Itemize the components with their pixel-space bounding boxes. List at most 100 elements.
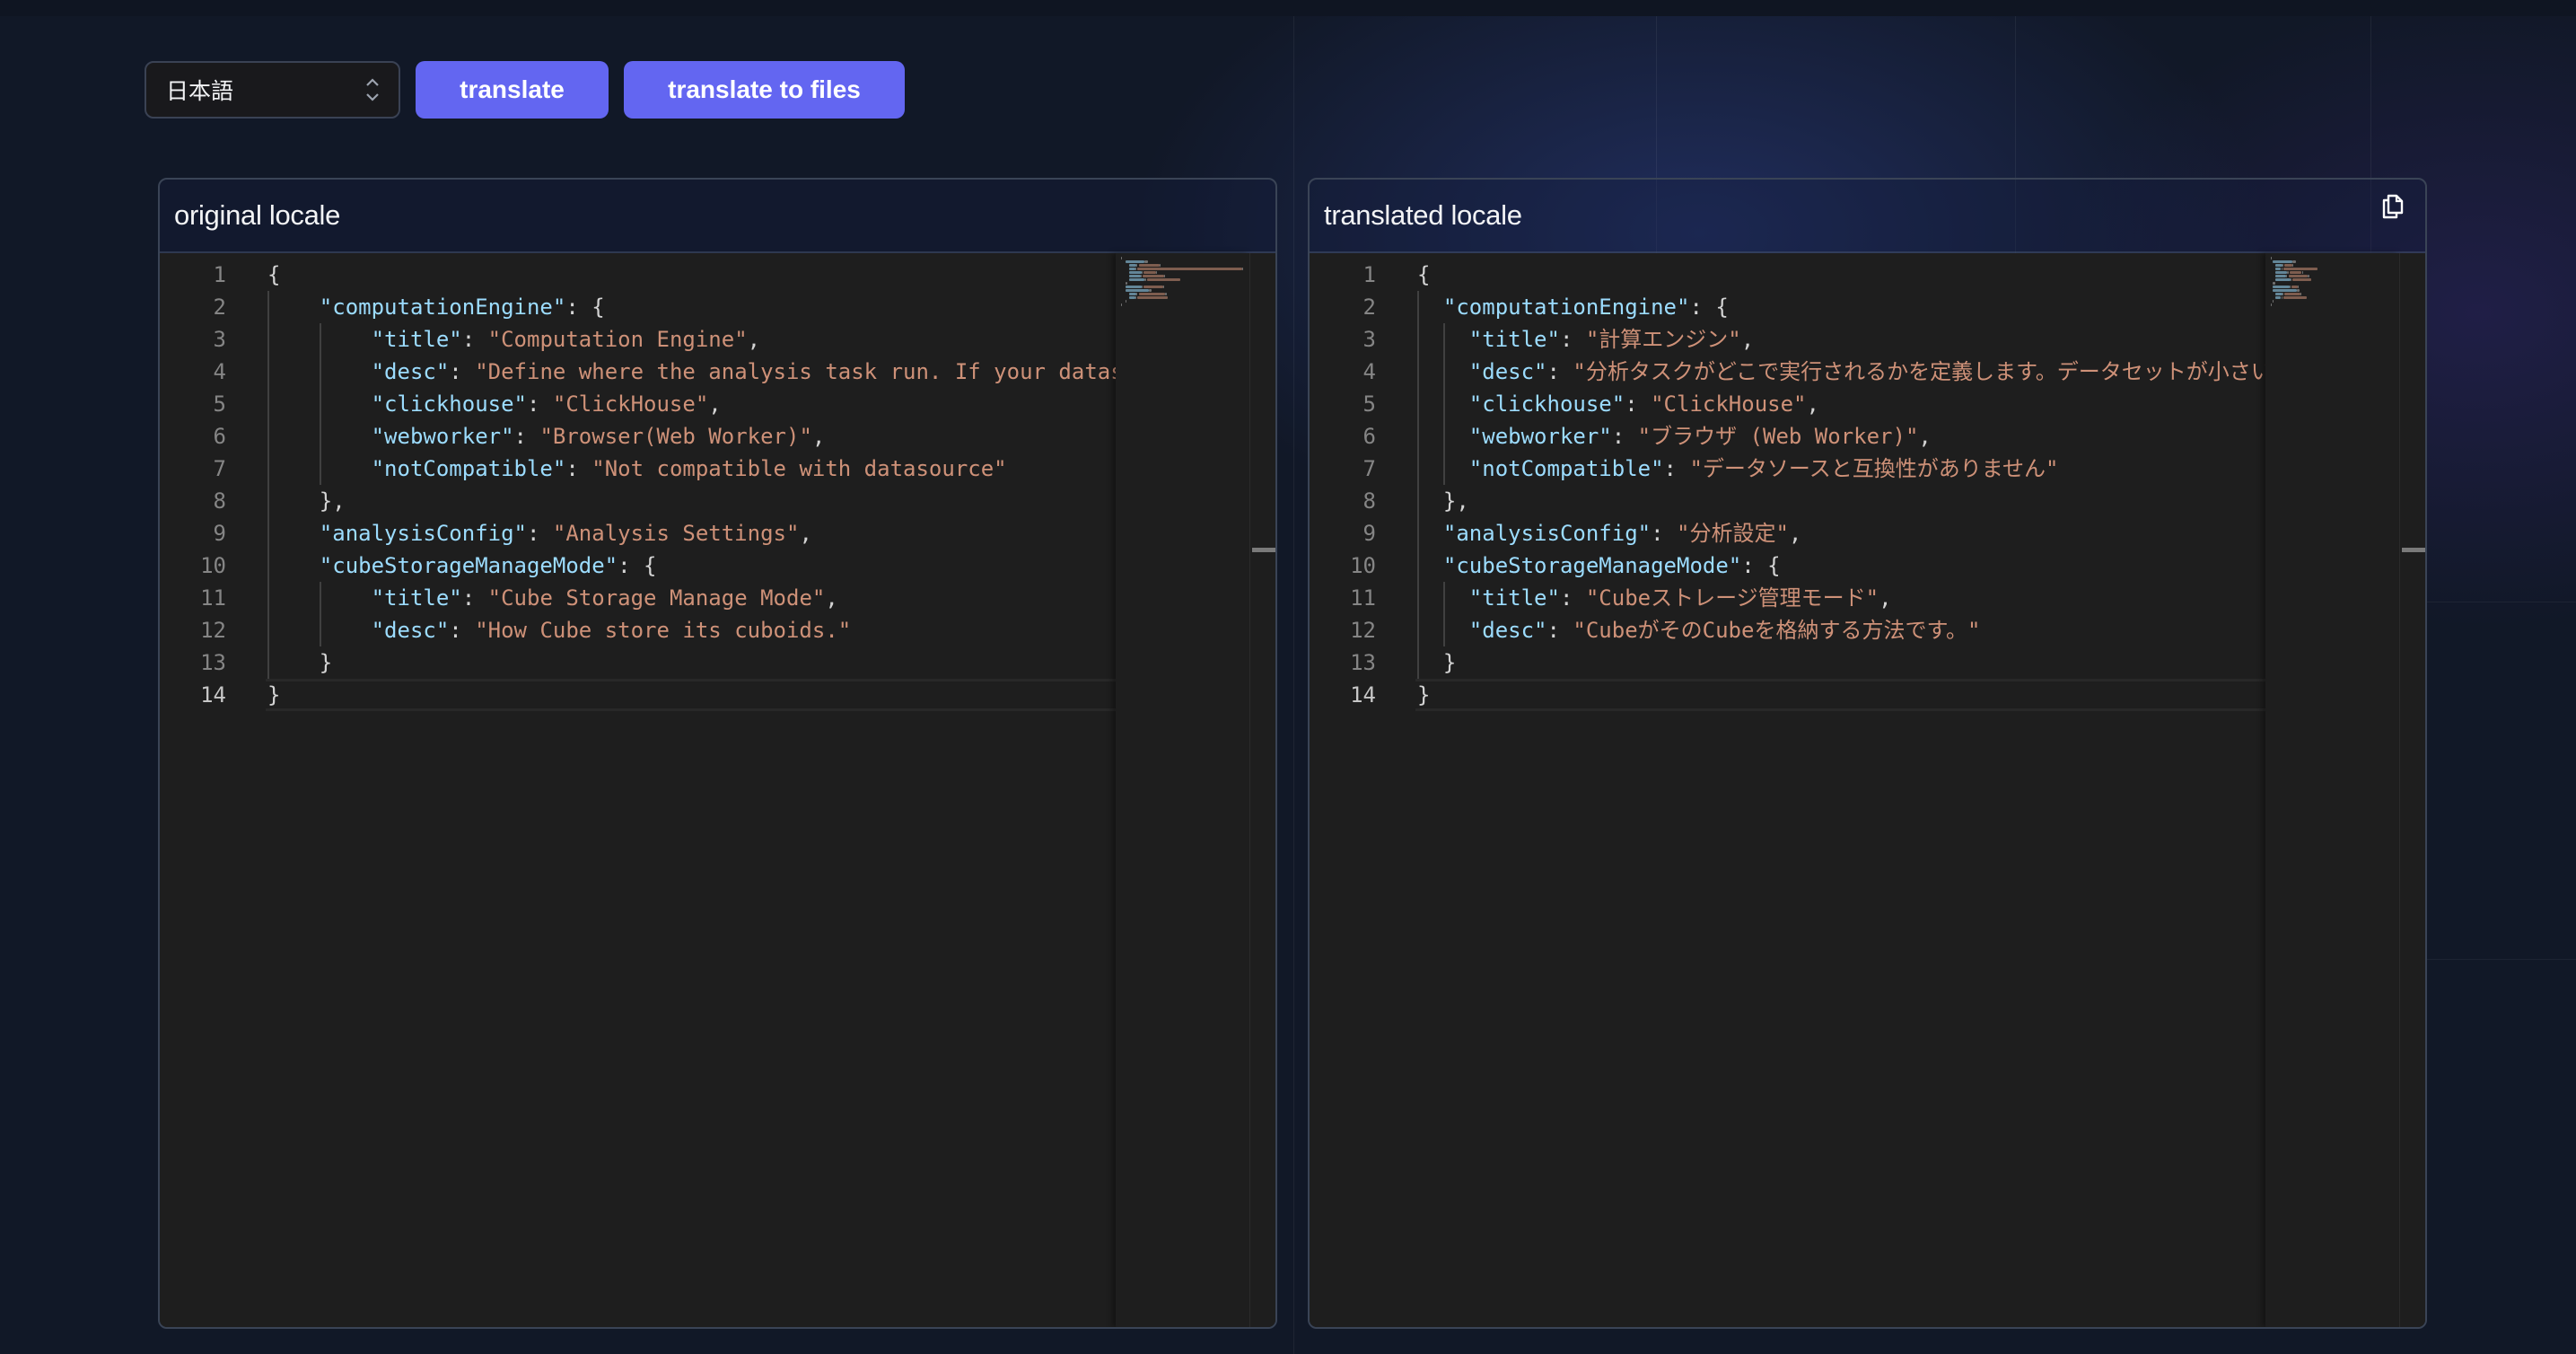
minimap-line xyxy=(2287,271,2289,274)
punctuation: { xyxy=(267,262,281,287)
json-key: "cubeStorageManageMode" xyxy=(319,553,618,578)
minimap-line xyxy=(2292,264,2294,267)
punctuation: , xyxy=(1918,424,1932,449)
json-string: "ブラウザ (Web Worker)" xyxy=(1637,424,1919,449)
translate-button[interactable]: translate xyxy=(416,61,609,119)
minimap-line xyxy=(1129,278,1145,281)
punctuation: : xyxy=(1611,424,1638,449)
punctuation: : xyxy=(1625,391,1652,417)
minimap-line xyxy=(1129,271,1142,274)
punctuation: : xyxy=(526,521,553,546)
punctuation xyxy=(267,585,372,611)
line-number: 9 xyxy=(213,521,226,546)
minimap-line xyxy=(2300,293,2302,295)
punctuation: : xyxy=(526,391,553,417)
punctuation: : xyxy=(513,424,540,449)
code-line: "title": "計算エンジン", xyxy=(1417,323,1754,356)
line-number: 12 xyxy=(200,618,226,643)
code-area[interactable]: 1{2 "computationEngine": {3 "title": "計算… xyxy=(1310,253,2265,1327)
code-line: "cubeStorageManageMode": { xyxy=(1417,550,1781,582)
line-number: 7 xyxy=(213,456,226,481)
minimap-line xyxy=(1125,282,1127,285)
json-key: "computationEngine" xyxy=(1442,295,1690,320)
minimap-line xyxy=(2301,271,2303,274)
minimap-line xyxy=(2286,275,2288,277)
minimap-line xyxy=(1129,275,1141,277)
copy-button[interactable] xyxy=(2375,189,2411,225)
punctuation xyxy=(1417,456,1469,481)
minimap-line xyxy=(1137,296,1168,299)
line-number: 3 xyxy=(1362,327,1376,352)
minimap[interactable] xyxy=(1116,253,1250,1327)
punctuation xyxy=(267,359,372,384)
punctuation: : { xyxy=(618,553,657,578)
punctuation: , xyxy=(708,391,722,417)
code-line: "clickhouse": "ClickHouse", xyxy=(267,388,722,420)
copy-icon xyxy=(2379,190,2406,225)
json-string: "Define where the analysis task run. If … xyxy=(475,359,1116,384)
code-area[interactable]: 1{2 "computationEngine": {3 "title": "Co… xyxy=(160,253,1116,1327)
minimap[interactable] xyxy=(2265,253,2400,1327)
punctuation xyxy=(1417,424,1469,449)
translated-code-editor[interactable]: 1{2 "computationEngine": {3 "title": "計算… xyxy=(1310,253,2425,1327)
minimap-line xyxy=(1136,293,1138,295)
line-number: 6 xyxy=(213,424,226,449)
line-number: 3 xyxy=(213,327,226,352)
line-number: 5 xyxy=(1362,391,1376,417)
minimap-line xyxy=(2283,264,2293,267)
minimap-line xyxy=(1143,275,1165,277)
minimap-line xyxy=(2273,300,2274,303)
vertical-scrollbar[interactable] xyxy=(1249,253,1275,1327)
punctuation: : xyxy=(449,359,476,384)
minimap-line xyxy=(2273,286,2290,288)
code-line: }, xyxy=(267,485,346,517)
minimap-line xyxy=(2308,275,2309,277)
minimap-line xyxy=(1159,264,1161,267)
line-number: 11 xyxy=(1350,585,1376,611)
code-line: "notCompatible": "データソースと互換性がありません" xyxy=(1417,453,2059,485)
json-string: "How Cube store its cuboids." xyxy=(475,618,852,643)
panel-header: translated locale xyxy=(1310,180,2425,253)
punctuation: : { xyxy=(1689,295,1729,320)
minimap-line xyxy=(2273,282,2275,285)
line-number: 13 xyxy=(200,650,226,675)
minimap-line xyxy=(1149,289,1152,292)
punctuation: , xyxy=(1788,521,1802,546)
minimap-line xyxy=(1138,264,1160,267)
minimap-line xyxy=(2274,268,2282,270)
code-line: "desc": "CubeがそのCubeを格納する方法です。" xyxy=(1417,614,1981,646)
minimap-line xyxy=(2271,303,2273,306)
original-code-editor[interactable]: 1{2 "computationEngine": {3 "title": "Co… xyxy=(160,253,1275,1327)
json-key: "notCompatible" xyxy=(371,456,566,481)
json-key: "computationEngine" xyxy=(319,295,566,320)
punctuation: , xyxy=(811,424,826,449)
minimap-line xyxy=(2289,286,2291,288)
punctuation xyxy=(267,295,320,320)
code-line: } xyxy=(267,646,332,679)
json-string: "Browser(Web Worker)" xyxy=(539,424,812,449)
punctuation: , xyxy=(799,521,812,546)
line-number: 2 xyxy=(1362,295,1376,320)
language-select[interactable]: 日本語 xyxy=(145,61,400,119)
minimap-line xyxy=(1140,275,1142,277)
minimap-line xyxy=(1125,260,1145,263)
minimap-line xyxy=(1142,271,1143,274)
minimap-line xyxy=(1142,286,1143,288)
punctuation xyxy=(1417,359,1469,384)
punctuation: : { xyxy=(1741,553,1781,578)
json-key: "analysisConfig" xyxy=(1442,521,1652,546)
punctuation: , xyxy=(1806,391,1819,417)
minimap-line xyxy=(1129,293,1137,295)
minimap-line xyxy=(1137,268,1242,270)
minimap-line xyxy=(2271,257,2273,259)
translate-to-files-button[interactable]: translate to files xyxy=(624,61,905,119)
line-number: 4 xyxy=(213,359,226,384)
punctuation: } xyxy=(267,650,333,675)
code-line: "webworker": "ブラウザ (Web Worker)", xyxy=(1417,420,1932,453)
punctuation xyxy=(267,521,320,546)
vertical-scrollbar[interactable] xyxy=(2399,253,2425,1327)
minimap-line xyxy=(1143,271,1157,274)
minimap-line xyxy=(1129,268,1136,270)
json-string: "Not compatible with datasource" xyxy=(591,456,1007,481)
minimap-line xyxy=(2282,268,2318,270)
